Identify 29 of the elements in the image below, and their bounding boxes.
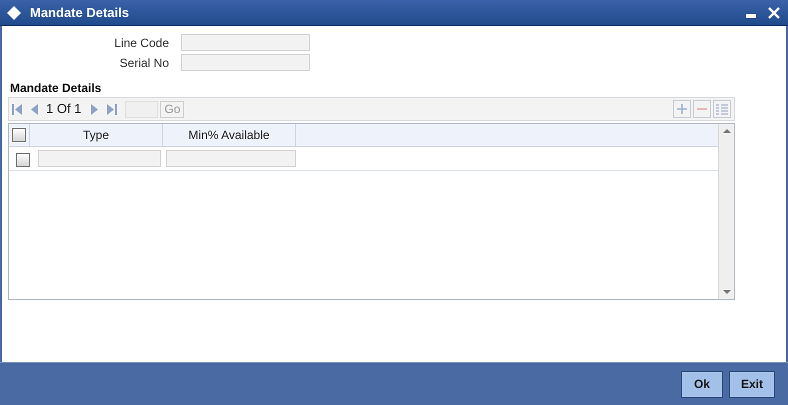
table-input[interactable] [38, 150, 161, 167]
first-page-icon[interactable] [12, 104, 22, 114]
list-icon[interactable] [713, 100, 731, 118]
window-title: Mandate Details [30, 4, 129, 22]
scroll-up-icon[interactable] [722, 129, 730, 133]
remove-icon[interactable] [693, 100, 711, 118]
close-icon[interactable] [768, 6, 780, 18]
input-field[interactable] [181, 34, 310, 51]
field-label: Serial No [118, 54, 169, 72]
scroll-down-icon[interactable] [722, 290, 730, 294]
checkbox[interactable] [16, 153, 30, 167]
add-icon[interactable] [673, 100, 691, 118]
checkbox[interactable] [12, 128, 26, 142]
column-header: Type [82, 127, 109, 144]
page-field[interactable] [125, 100, 158, 118]
dialog-button[interactable]: Exit [728, 370, 775, 398]
previous-page-icon[interactable] [30, 104, 40, 114]
section-title: Mandate Details [10, 80, 102, 97]
field-label: Line Code [113, 34, 169, 52]
column-header: Min% Available [188, 127, 270, 144]
input-field[interactable] [181, 54, 310, 71]
scrollbar[interactable] [718, 124, 734, 299]
table-input[interactable] [166, 150, 296, 167]
page-indicator: 1 Of 1 [46, 100, 82, 118]
diamond-icon [6, 4, 22, 20]
last-page-icon[interactable] [107, 104, 118, 114]
dialog-button[interactable]: Ok [680, 370, 723, 398]
next-page-icon[interactable] [89, 104, 100, 114]
minimize-icon[interactable] [746, 14, 756, 18]
